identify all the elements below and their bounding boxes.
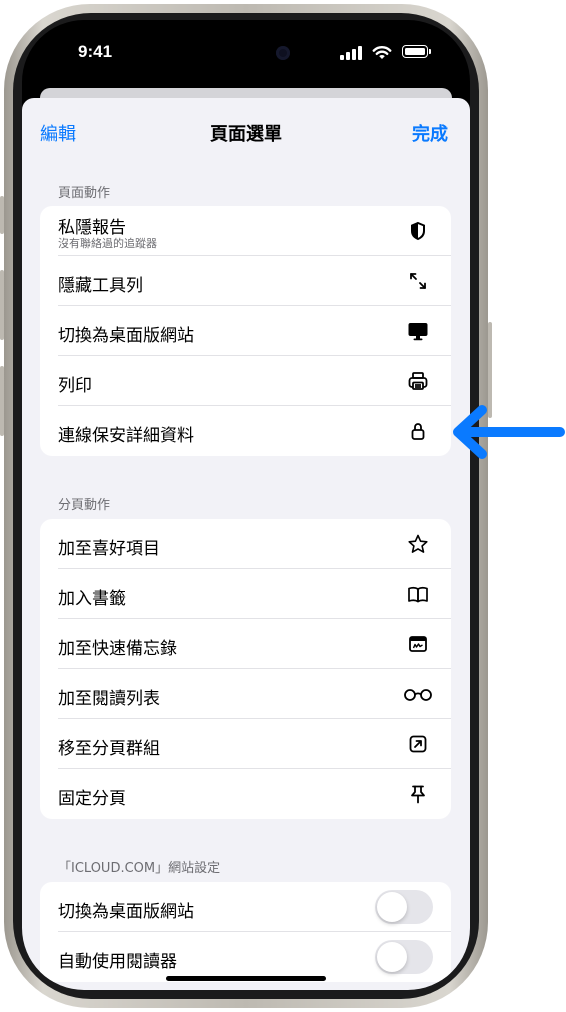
screen: 9:41 頁面選單 編輯 完成 頁面動作 私隱報告 沒有聯絡過的追蹤器 隱藏工具… — [22, 20, 470, 990]
tab-actions-group: 加至喜好項目 加入書籤 加至快速備忘錄 加至閱讀列表 移至分頁群組 固定分頁 — [40, 519, 451, 819]
row-label: 連線保安詳細資料 — [58, 426, 194, 446]
row-label: 切換為桌面版網站 — [58, 902, 194, 922]
row-label: 加至閱讀列表 — [58, 689, 160, 709]
volume-down-button — [0, 366, 4, 436]
section-header-page-actions: 頁面動作 — [58, 186, 111, 201]
row-subtitle: 沒有聯絡過的追蹤器 — [58, 237, 157, 250]
row-label: 自動使用閱讀器 — [58, 952, 177, 972]
privacy-report-row[interactable]: 私隱報告 沒有聯絡過的追蹤器 — [40, 206, 451, 256]
desktop-site-toggle[interactable] — [375, 890, 433, 924]
quick-note-icon — [407, 633, 429, 655]
action-button — [0, 196, 4, 234]
glasses-icon — [402, 683, 434, 705]
pin-icon — [407, 783, 429, 805]
shield-icon — [407, 220, 429, 242]
status-bar: 9:41 — [22, 20, 470, 86]
volume-up-button — [0, 270, 4, 340]
lock-icon — [407, 420, 429, 442]
front-camera-icon — [276, 46, 290, 60]
page-menu-sheet: 頁面選單 編輯 完成 頁面動作 私隱報告 沒有聯絡過的追蹤器 隱藏工具列 切換為… — [22, 98, 470, 990]
book-icon — [407, 583, 429, 605]
row-label: 加至喜好項目 — [58, 539, 160, 559]
printer-icon — [407, 370, 429, 392]
print-row[interactable]: 列印 — [40, 356, 451, 406]
dynamic-island — [182, 32, 308, 74]
status-time: 9:41 — [78, 42, 113, 61]
request-desktop-site-row[interactable]: 切換為桌面版網站 — [40, 306, 451, 356]
toggle-knob — [377, 892, 407, 922]
move-to-tab-group-row[interactable]: 移至分頁群組 — [40, 719, 451, 769]
sheet-title: 頁面選單 — [210, 124, 282, 145]
add-to-quick-note-row[interactable]: 加至快速備忘錄 — [40, 619, 451, 669]
move-to-group-icon — [407, 733, 429, 755]
resize-arrows-icon — [407, 270, 429, 292]
pin-tab-row[interactable]: 固定分頁 — [40, 769, 451, 819]
edit-button[interactable]: 編輯 — [40, 120, 76, 146]
desktop-site-toggle-row: 切換為桌面版網站 — [40, 882, 451, 932]
row-label: 列印 — [58, 376, 92, 396]
auto-reader-toggle[interactable] — [375, 940, 433, 974]
done-button[interactable]: 完成 — [412, 120, 448, 146]
row-label: 固定分頁 — [58, 789, 126, 809]
toggle-knob — [377, 942, 407, 972]
home-indicator — [166, 976, 326, 981]
desktop-icon — [407, 320, 429, 342]
callout-arrow-icon — [448, 404, 566, 464]
row-label: 加入書籤 — [58, 589, 126, 609]
connection-security-row[interactable]: 連線保安詳細資料 — [40, 406, 451, 456]
page-actions-group: 私隱報告 沒有聯絡過的追蹤器 隱藏工具列 切換為桌面版網站 列印 連線保安詳細資… — [40, 206, 451, 456]
row-label: 加至快速備忘錄 — [58, 639, 177, 659]
wifi-icon — [372, 44, 392, 60]
add-bookmark-row[interactable]: 加入書籤 — [40, 569, 451, 619]
row-label: 移至分頁群組 — [58, 739, 160, 759]
hide-toolbar-row[interactable]: 隱藏工具列 — [40, 256, 451, 306]
add-to-reading-list-row[interactable]: 加至閱讀列表 — [40, 669, 451, 719]
website-settings-group: 切換為桌面版網站 自動使用閱讀器 — [40, 882, 451, 982]
battery-icon — [402, 45, 431, 58]
cellular-signal-icon — [340, 46, 364, 60]
row-label: 隱藏工具列 — [58, 276, 143, 296]
auto-reader-toggle-row: 自動使用閱讀器 — [40, 932, 451, 982]
row-label: 切換為桌面版網站 — [58, 326, 194, 346]
star-icon — [407, 533, 429, 555]
add-to-favorites-row[interactable]: 加至喜好項目 — [40, 519, 451, 569]
section-header-website-settings: 「ICLOUD.COM」網站設定 — [58, 861, 221, 876]
section-header-tab-actions: 分頁動作 — [58, 498, 111, 513]
